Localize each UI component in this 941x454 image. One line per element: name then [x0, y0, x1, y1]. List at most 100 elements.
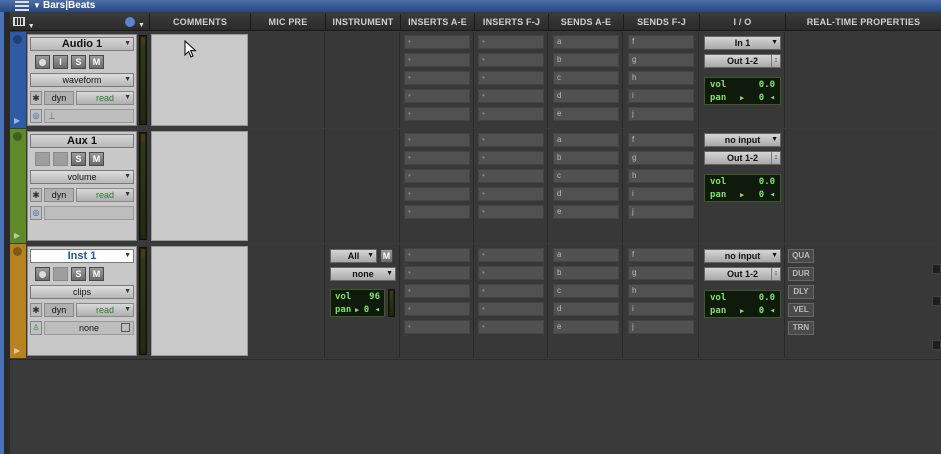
insert-slot-d[interactable]: •	[404, 187, 470, 201]
group-icon[interactable]: ♙	[30, 321, 42, 335]
volume-value[interactable]: 0.0	[759, 176, 775, 188]
automation-mode-selector[interactable]: read ▼	[76, 91, 134, 105]
volume-pan-display[interactable]: vol 0.0 pan ▶ 0 ◂	[704, 77, 781, 105]
col-inserts-ae[interactable]: INSERTS A-E	[400, 14, 474, 31]
insert-slot-f[interactable]: •	[478, 133, 544, 147]
insert-slot-b[interactable]: •	[404, 151, 470, 165]
insert-slot-c[interactable]: •	[404, 169, 470, 183]
send-slot-b[interactable]: b	[553, 53, 619, 67]
output-selector[interactable]: Out 1-2 ↕	[704, 54, 781, 68]
send-slot-b[interactable]: b	[553, 266, 619, 280]
mute-button[interactable]: M	[89, 152, 104, 166]
col-instrument[interactable]: INSTRUMENT	[325, 14, 400, 31]
send-slot-a[interactable]: a	[553, 133, 619, 147]
track-comments-field[interactable]	[151, 131, 248, 241]
input-monitor-button[interactable]: I	[53, 55, 68, 69]
send-slot-d[interactable]: d	[553, 302, 619, 316]
insert-slot-h[interactable]: •	[478, 284, 544, 298]
solo-button[interactable]: S	[71, 267, 86, 281]
insert-slot-a[interactable]: •	[404, 133, 470, 147]
track-select-icon[interactable]	[13, 247, 22, 256]
input-selector[interactable]: no input ▼	[704, 249, 781, 263]
send-slot-c[interactable]: c	[553, 169, 619, 183]
solo-button[interactable]: S	[71, 152, 86, 166]
midi-channel-selector[interactable]: All ▼	[330, 249, 377, 263]
solo-button[interactable]: S	[71, 55, 86, 69]
insert-slot-d[interactable]: •	[404, 89, 470, 103]
track-expand-icon[interactable]: ▶	[14, 116, 20, 125]
insert-slot-a[interactable]: •	[404, 35, 470, 49]
insert-slot-j[interactable]: •	[478, 320, 544, 334]
track-view-selector[interactable]: waveform ▼	[30, 73, 134, 87]
col-sends-ae[interactable]: SENDS A-E	[548, 14, 623, 31]
rt-duration-button[interactable]: DUR	[788, 267, 814, 281]
automation-snow-icon[interactable]: ✱	[30, 188, 42, 202]
send-slot-f[interactable]: f	[628, 248, 694, 262]
rt-delay-button[interactable]: DLY	[788, 285, 814, 299]
record-arm-button[interactable]	[35, 267, 50, 281]
col-io[interactable]: I / O	[699, 14, 785, 31]
insert-slot-c[interactable]: •	[404, 284, 470, 298]
dyn-button[interactable]: dyn	[44, 188, 74, 202]
empty-track-area[interactable]	[10, 359, 941, 454]
send-slot-b[interactable]: b	[553, 151, 619, 165]
rt-transpose-button[interactable]: TRN	[788, 321, 814, 335]
instrument-volume-pan-display[interactable]: vol 96 pan ▶ 0 ◂	[330, 289, 385, 317]
dyn-button[interactable]: dyn	[44, 303, 74, 317]
col-comments[interactable]: COMMENTS	[149, 14, 250, 31]
insert-slot-i[interactable]: •	[478, 187, 544, 201]
instrument-mute-button[interactable]: M	[380, 249, 393, 263]
send-slot-g[interactable]: g	[628, 151, 694, 165]
group-selector[interactable]: none	[44, 321, 134, 335]
track-expand-icon[interactable]: ▶	[14, 346, 20, 355]
send-slot-d[interactable]: d	[553, 187, 619, 201]
send-slot-h[interactable]: h	[628, 284, 694, 298]
track-expand-icon[interactable]: ▶	[14, 231, 20, 240]
automation-snow-icon[interactable]: ✱	[30, 91, 42, 105]
insert-slot-d[interactable]: •	[404, 302, 470, 316]
insert-slot-e[interactable]: •	[404, 107, 470, 121]
send-slot-j[interactable]: j	[628, 320, 694, 334]
insert-slot-b[interactable]: •	[404, 266, 470, 280]
automation-snow-icon[interactable]: ✱	[30, 303, 42, 317]
clock-icon[interactable]	[125, 17, 135, 27]
volume-value[interactable]: 0.0	[759, 292, 775, 304]
send-slot-j[interactable]: j	[628, 205, 694, 219]
insert-slot-g[interactable]: •	[478, 151, 544, 165]
pan-value[interactable]: 0	[759, 306, 764, 316]
col-realtime-properties[interactable]: REAL-TIME PROPERTIES	[785, 14, 941, 31]
send-slot-e[interactable]: e	[553, 107, 619, 121]
send-slot-e[interactable]: e	[553, 320, 619, 334]
insert-slot-b[interactable]: •	[404, 53, 470, 67]
rt-velocity-button[interactable]: VEL	[788, 303, 814, 317]
window-menu-dropdown-icon[interactable]: ▼	[33, 0, 41, 12]
insert-slot-f[interactable]: •	[478, 248, 544, 262]
volume-value[interactable]: 0.0	[759, 79, 775, 91]
insert-slot-j[interactable]: •	[478, 205, 544, 219]
track-option-field[interactable]	[44, 206, 134, 220]
insert-slot-a[interactable]: •	[404, 248, 470, 262]
elastic-audio-plugin-selector[interactable]: ⊥	[44, 109, 134, 123]
send-slot-d[interactable]: d	[553, 89, 619, 103]
insert-slot-f[interactable]: •	[478, 35, 544, 49]
volume-pan-display[interactable]: vol 0.0 pan ▶ 0 ◂	[704, 174, 781, 202]
track-view-selector[interactable]: volume ▼	[30, 170, 134, 184]
send-slot-i[interactable]: i	[628, 89, 694, 103]
input-selector[interactable]: In 1 ▼	[704, 36, 781, 50]
send-slot-c[interactable]: c	[553, 284, 619, 298]
elastic-audio-icon[interactable]: ◎	[30, 109, 42, 123]
output-selector[interactable]: Out 1-2 ↕	[704, 267, 781, 281]
edit-view-selector-icon[interactable]	[13, 17, 25, 26]
view-dropdown-icon[interactable]: ▼	[28, 23, 35, 30]
instrument-pan-value[interactable]: 0	[364, 305, 369, 315]
rt-quantize-button[interactable]: QUA	[788, 249, 814, 263]
input-selector[interactable]: no input ▼	[704, 133, 781, 147]
send-slot-e[interactable]: e	[553, 205, 619, 219]
insert-slot-g[interactable]: •	[478, 266, 544, 280]
record-arm-button[interactable]	[35, 55, 50, 69]
track-name[interactable]: Audio 1 ▼	[30, 37, 134, 51]
automation-mode-selector[interactable]: read ▼	[76, 303, 134, 317]
track-select-icon[interactable]	[13, 35, 22, 44]
send-slot-i[interactable]: i	[628, 302, 694, 316]
pan-value[interactable]: 0	[759, 190, 764, 200]
